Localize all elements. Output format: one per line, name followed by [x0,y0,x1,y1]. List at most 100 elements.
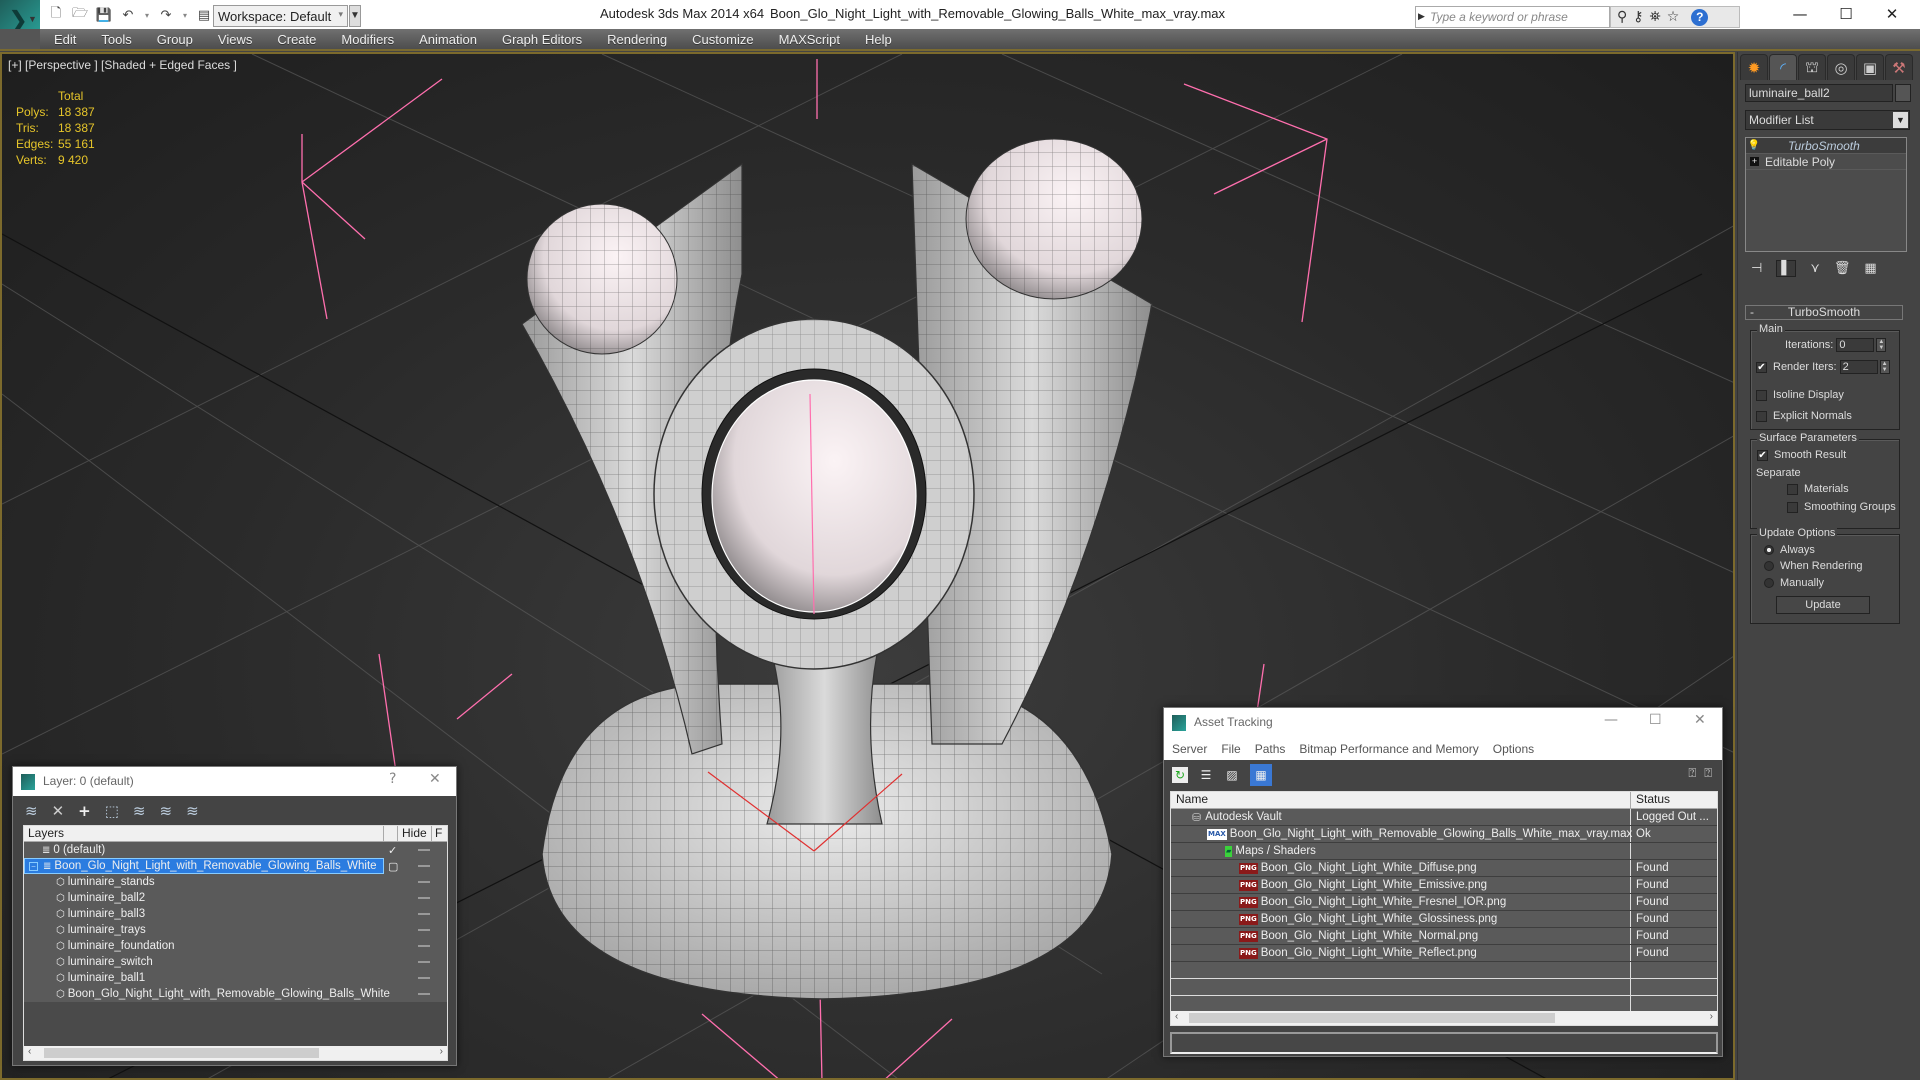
object-color-swatch[interactable] [1895,84,1911,102]
menu-animation[interactable]: Animation [419,32,477,47]
tab-utilities[interactable]: ⚒ [1885,54,1913,80]
asset-row[interactable]: PNG Boon_Glo_Night_Light_White_Normal.png… [1171,928,1717,945]
configure-modifier-sets-icon[interactable]: ▦ [1864,261,1876,276]
layer-row[interactable]: ≣ 0 (default) ✓ [24,842,447,858]
delete-layer-icon[interactable]: ✕ [52,802,65,820]
lightbulb-icon[interactable]: 💡 [1746,140,1762,151]
binoculars-icon[interactable]: ⚲ [1617,9,1627,25]
help-button[interactable]: ? [389,771,396,787]
save-file-icon[interactable]: 💾 [94,5,114,25]
satellite-icon[interactable]: ⛯ [1650,9,1661,25]
menu-edit[interactable]: Edit [54,32,76,47]
add-to-layer-icon[interactable]: + [78,802,91,820]
hide-toggle[interactable] [418,977,430,979]
asset-row[interactable]: PNG Boon_Glo_Night_Light_White_Fresnel_IO… [1171,894,1717,911]
list-view-icon[interactable]: ☰ [1198,767,1214,783]
asset-row[interactable]: PNG Boon_Glo_Night_Light_White_Emissive.p… [1171,877,1717,894]
create-layer-icon[interactable]: ≋ [25,802,38,820]
column-layers[interactable]: Layers [24,826,384,841]
pin-stack-icon[interactable]: ⊣ [1751,261,1762,276]
infocenter-search-input[interactable]: ▶ Type a keyword or phrase [1415,6,1610,28]
menu-views[interactable]: Views [218,32,252,47]
asset-row[interactable]: PNG Boon_Glo_Night_Light_White_Reflect.pn… [1171,945,1717,962]
modifier-list-dropdown[interactable]: Modifier List ▼ [1745,110,1910,130]
hide-toggle[interactable] [418,913,430,915]
hide-toggle[interactable] [418,897,430,899]
hide-toggle[interactable] [418,865,430,867]
asset-row[interactable]: ⛁ Autodesk Vault Logged Out ... [1171,809,1717,826]
column-current[interactable] [384,826,398,841]
layer-row[interactable]: − ≣ Boon_Glo_Night_Light_with_Removable_Gl… [24,858,447,874]
hide-toggle[interactable] [418,881,430,883]
spinner-arrows-icon[interactable]: ▲ ▼ [1879,360,1890,374]
luminaire-ball1[interactable] [711,379,917,613]
turbosmooth-rollout-header[interactable]: - TurboSmooth [1745,305,1903,320]
tab-hierarchy[interactable]: ⛫ [1798,54,1826,80]
open-file-icon[interactable]: 🗁 [70,5,90,25]
current-layer-check-icon[interactable]: ✓ [388,844,397,857]
stack-item-turbosmooth[interactable]: 💡 TurboSmooth [1746,138,1906,154]
table-view-icon[interactable]: ▦ [1250,764,1272,786]
tab-display[interactable]: ▣ [1856,54,1884,80]
isoline-display-checkbox[interactable] [1756,389,1767,401]
scroll-left-icon[interactable]: ‹ [28,1046,31,1057]
set-current-layer-icon[interactable]: ≋ [160,802,173,820]
hide-toggle[interactable] [418,961,430,963]
smoothing-groups-checkbox[interactable] [1787,501,1798,513]
remove-modifier-icon[interactable]: 🗑 [1834,261,1851,276]
render-iters-checkbox[interactable]: ✔ [1756,361,1767,373]
tab-create[interactable]: ✹ [1740,54,1768,80]
scroll-right-icon[interactable]: › [440,1046,443,1057]
horizontal-scrollbar[interactable]: ‹ › [1171,1011,1717,1025]
asset-row[interactable]: PNG Boon_Glo_Night_Light_White_Diffuse.pn… [1171,860,1717,877]
object-row[interactable]: ⬡ luminaire_stands [24,874,447,890]
asset-row[interactable]: PNG Boon_Glo_Night_Light_White_Glossiness… [1171,911,1717,928]
scroll-right-icon[interactable]: › [1710,1011,1713,1022]
undo-dropdown-icon[interactable]: ▾ [142,5,152,25]
column-status[interactable]: Status [1631,792,1670,808]
materials-checkbox[interactable] [1787,483,1798,495]
render-iters-spinner[interactable]: 2 [1839,360,1878,374]
hide-toggle[interactable] [418,945,430,947]
make-unique-icon[interactable]: ⋎ [1810,261,1820,276]
explicit-normals-checkbox[interactable] [1756,410,1767,422]
menu-rendering[interactable]: Rendering [607,32,667,47]
expand-plus-icon[interactable]: + [1750,157,1759,166]
menu-paths[interactable]: Paths [1255,742,1286,756]
asset-row[interactable]: ▰ Maps / Shaders [1171,843,1717,860]
hide-toggle[interactable] [418,993,430,995]
current-layer-box-icon[interactable]: ▢ [388,860,398,873]
menu-modifiers[interactable]: Modifiers [341,32,394,47]
close-button[interactable]: ✕ [429,771,441,787]
menu-maxscript[interactable]: MAXScript [779,32,840,47]
collapse-icon[interactable]: − [29,861,38,871]
object-row[interactable]: ⬡ luminaire_ball1 [24,970,447,986]
menu-create[interactable]: Create [277,32,316,47]
object-row[interactable]: ⬡ luminaire_foundation [24,938,447,954]
stack-item-editable-poly[interactable]: + Editable Poly [1746,154,1906,170]
update-when-rendering-radio[interactable] [1764,561,1774,571]
close-button[interactable]: ✕ [1694,712,1706,728]
close-button[interactable]: ✕ [1869,0,1915,28]
iterations-spinner[interactable]: 0 [1836,338,1875,352]
object-name-field[interactable]: luminaire_ball2 [1745,84,1893,102]
update-always-radio[interactable] [1764,545,1774,555]
smooth-result-checkbox[interactable]: ✔ [1757,449,1768,461]
undo-icon[interactable]: ↶ [118,5,138,25]
update-manually-radio[interactable] [1764,578,1774,588]
tab-motion[interactable]: ◎ [1827,54,1855,80]
object-row[interactable]: ⬡ Boon_Glo_Night_Light_with_Removable_Glo… [24,986,447,1002]
dialog-title-bar[interactable]: Asset Tracking — ☐ ✕ [1164,708,1722,738]
column-name[interactable]: Name [1171,792,1631,808]
layer-properties-icon[interactable]: ≋ [186,802,199,820]
project-folder-icon[interactable]: ▤ [194,5,214,25]
scrollbar-thumb[interactable] [1189,1013,1555,1023]
help-icon[interactable]: ? [1691,8,1709,26]
new-file-icon[interactable]: 🗋 [46,5,66,25]
refresh-icon[interactable]: ↻ [1172,767,1188,783]
luminaire-switch[interactable] [766,653,883,825]
select-layers-icon[interactable]: ≋ [133,802,146,820]
tab-modify[interactable]: ◜ [1769,54,1797,80]
menu-help[interactable]: Help [865,32,892,47]
key-icon[interactable]: ⚷ [1633,9,1643,25]
